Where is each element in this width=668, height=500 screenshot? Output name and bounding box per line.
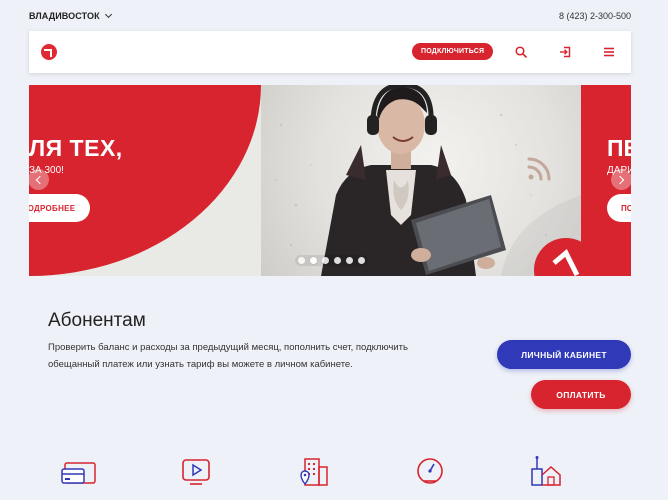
home-wifi-icon[interactable] [526,455,562,489]
carousel-dot[interactable] [298,257,305,264]
city-label[interactable]: ВЛАДИВОСТОК [29,11,100,21]
section-description: Проверить баланс и расходы за предыдущий… [48,342,408,370]
speedometer-icon[interactable] [412,455,448,489]
pay-button[interactable]: ОПЛАТИТЬ [531,380,631,409]
chevron-right-icon[interactable] [615,175,625,184]
login-icon[interactable] [558,45,572,59]
connect-button[interactable]: ПОДКЛЮЧИТЬСЯ [412,43,494,60]
city-selector[interactable]: ВЛАДИВОСТОК [29,10,112,21]
next-slide-button[interactable]: ПО [607,194,631,222]
promo-slide-red: ЛЯ ТЕХ, ЗА 300! ОДРОБНЕЕ [29,85,261,276]
top-bar: ВЛАДИВОСТОК 8 (423) 2-300-500 [29,9,631,23]
carousel-dot-active[interactable] [310,257,317,264]
carousel-dot[interactable] [346,257,353,264]
personal-account-button[interactable]: ЛИЧНЫЙ КАБИНЕТ [497,340,631,369]
carousel-dots [295,255,368,266]
promo-illustration [275,85,581,276]
logo[interactable] [41,44,57,60]
carousel-dot[interactable] [322,257,329,264]
carousel-prev-button[interactable] [29,169,49,190]
wallet-icon[interactable] [61,455,97,489]
tv-icon[interactable] [178,455,214,489]
chevron-down-icon[interactable] [104,10,112,19]
chevron-left-icon[interactable] [35,175,45,184]
promo-image [261,85,581,276]
carousel-dot[interactable] [358,257,365,264]
building-icon[interactable] [295,455,331,489]
search-icon[interactable] [514,45,528,59]
site-header: ПОДКЛЮЧИТЬСЯ [29,31,631,73]
carousel-next-button[interactable] [611,169,631,190]
promo-carousel[interactable]: ЛЯ ТЕХ, ЗА 300! ОДРОБНЕЕ ПЕ ДАРИ ПО [29,85,631,276]
carousel-dot[interactable] [334,257,341,264]
slide-more-button[interactable]: ОДРОБНЕЕ [29,194,90,222]
menu-icon[interactable] [602,45,616,59]
section-title: Абонентам [48,310,146,331]
slide-title: ЛЯ ТЕХ, [29,135,123,161]
next-slide-title: ПЕ [607,135,631,161]
phone-number[interactable]: 8 (423) 2-300-500 [559,11,631,21]
